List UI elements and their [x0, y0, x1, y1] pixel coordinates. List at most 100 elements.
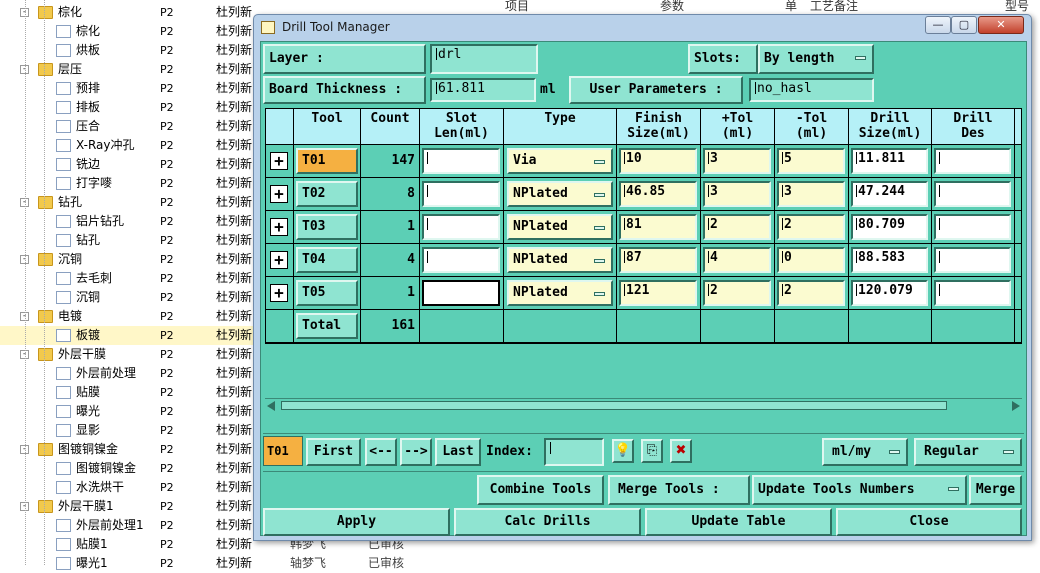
text-cursor	[856, 284, 857, 296]
units-dropdown[interactable]: ml/my	[822, 438, 908, 466]
text-cursor	[427, 152, 428, 164]
des-input[interactable]	[934, 247, 1011, 273]
apply-button[interactable]: Apply	[263, 508, 450, 536]
close-window-button[interactable]: ✕	[978, 16, 1024, 34]
dropdown-arrow-icon	[594, 292, 605, 296]
update-numbers-dropdown[interactable]: Update Tools Numbers	[752, 475, 967, 505]
type-dropdown[interactable]: NPlated	[507, 181, 613, 207]
type-dropdown[interactable]: Via	[507, 148, 613, 174]
des-input[interactable]	[934, 148, 1011, 174]
layer-input[interactable]: drl	[430, 44, 538, 74]
last-button[interactable]: Last	[435, 438, 481, 466]
board-thickness-input[interactable]: 61.811	[430, 78, 536, 102]
finish-input[interactable]: 87	[619, 247, 697, 273]
expand-row-icon[interactable]: +	[270, 152, 288, 170]
expand-row-icon[interactable]: +	[270, 251, 288, 269]
folder-icon	[38, 348, 53, 361]
scroll-thumb[interactable]	[281, 401, 947, 410]
tree-item-label: 压合	[76, 119, 101, 133]
index-input[interactable]	[544, 438, 604, 466]
tool-button[interactable]: T01	[296, 148, 358, 174]
table-cell: 3	[775, 178, 849, 211]
type-dropdown[interactable]: NPlated	[507, 280, 613, 306]
copy-icon[interactable]: ⎘	[641, 439, 663, 463]
mtol-input[interactable]: 2	[777, 214, 845, 240]
text-cursor	[939, 251, 940, 263]
tree-item-priority: P2	[160, 44, 174, 57]
maximize-button[interactable]: ▢	[951, 16, 977, 34]
ptol-input[interactable]: 3	[703, 181, 771, 207]
mode-dropdown[interactable]: Regular	[914, 438, 1022, 466]
des-input[interactable]	[934, 214, 1011, 240]
type-dropdown[interactable]: NPlated	[507, 247, 613, 273]
tool-button[interactable]: T05	[296, 280, 358, 306]
slot-length-input[interactable]	[422, 181, 500, 207]
mtol-input[interactable]: 5	[777, 148, 845, 174]
ptol-input[interactable]: 2	[703, 214, 771, 240]
ptol-input[interactable]: 2	[703, 280, 771, 306]
first-button[interactable]: First	[306, 438, 361, 466]
bulb-icon[interactable]: 💡	[612, 439, 634, 463]
slot-length-input[interactable]	[422, 214, 500, 240]
minimize-button[interactable]: —	[925, 16, 951, 34]
mtol-input[interactable]: 3	[777, 181, 845, 207]
drill-input[interactable]: 11.811	[851, 148, 928, 174]
slots-dropdown[interactable]: By length	[758, 44, 874, 74]
scroll-left-icon[interactable]	[267, 401, 275, 411]
finish-input[interactable]: 81	[619, 214, 697, 240]
tree-item[interactable]: 曝光1 P2 杜列新 轴梦飞 已审核	[0, 554, 420, 573]
mode-value: Regular	[924, 444, 979, 459]
table-cell: T02	[294, 178, 361, 211]
document-icon	[56, 557, 71, 570]
tree-item-priority: P2	[160, 481, 174, 494]
slot-length-input[interactable]	[422, 148, 500, 174]
update-table-button[interactable]: Update Table	[645, 508, 832, 536]
tree-item-owner: 杜列新	[216, 404, 253, 418]
drill-input[interactable]: 80.709	[851, 214, 928, 240]
document-icon	[56, 177, 71, 190]
user-parameters-input[interactable]: no_hasl	[749, 78, 874, 102]
prev-button[interactable]: <--	[365, 438, 397, 466]
text-cursor	[939, 185, 940, 197]
slot-length-input[interactable]	[422, 247, 500, 273]
dropdown-arrow-icon	[594, 193, 605, 197]
slot-length-input[interactable]	[422, 280, 500, 306]
merge-button[interactable]: Merge	[969, 475, 1022, 505]
user-parameters-button[interactable]: User Parameters :	[569, 76, 743, 104]
tool-button[interactable]: T02	[296, 181, 358, 207]
mtol-input[interactable]: 0	[777, 247, 845, 273]
tree-item-priority: P2	[160, 367, 174, 380]
tree-item-owner: 杜列新	[216, 43, 253, 57]
next-button[interactable]: -->	[400, 438, 432, 466]
tree-item-label: 预排	[76, 81, 101, 95]
expand-row-icon[interactable]: +	[270, 185, 288, 203]
title-bar[interactable]: Drill Tool Manager — ▢ ✕	[254, 15, 1031, 41]
tree-item-owner: 杜列新	[216, 309, 253, 323]
tree-item-priority: P2	[160, 6, 174, 19]
drill-input[interactable]: 88.583	[851, 247, 928, 273]
finish-input[interactable]: 10	[619, 148, 697, 174]
ptol-input[interactable]: 4	[703, 247, 771, 273]
delete-icon[interactable]: ✖	[670, 439, 692, 463]
calc-drills-button[interactable]: Calc Drills	[454, 508, 641, 536]
finish-value: 46.85	[626, 184, 666, 199]
des-input[interactable]	[934, 181, 1011, 207]
des-input[interactable]	[934, 280, 1011, 306]
tool-button[interactable]: T03	[296, 214, 358, 240]
scroll-right-icon[interactable]	[1012, 401, 1020, 411]
mtol-input[interactable]: 2	[777, 280, 845, 306]
finish-input[interactable]: 46.85	[619, 181, 697, 207]
close-button[interactable]: Close	[836, 508, 1022, 536]
drill-input[interactable]: 120.079	[851, 280, 928, 306]
expand-row-icon[interactable]: +	[270, 284, 288, 302]
slots-value: By length	[764, 51, 835, 66]
horizontal-scrollbar[interactable]	[265, 398, 1022, 412]
finish-input[interactable]: 121	[619, 280, 697, 306]
type-dropdown[interactable]: NPlated	[507, 214, 613, 240]
ptol-input[interactable]: 3	[703, 148, 771, 174]
tree-item-owner: 杜列新	[216, 176, 253, 190]
expand-row-icon[interactable]: +	[270, 218, 288, 236]
tool-button[interactable]: T04	[296, 247, 358, 273]
drill-input[interactable]: 47.244	[851, 181, 928, 207]
combine-tools-button[interactable]: Combine Tools	[477, 475, 604, 505]
